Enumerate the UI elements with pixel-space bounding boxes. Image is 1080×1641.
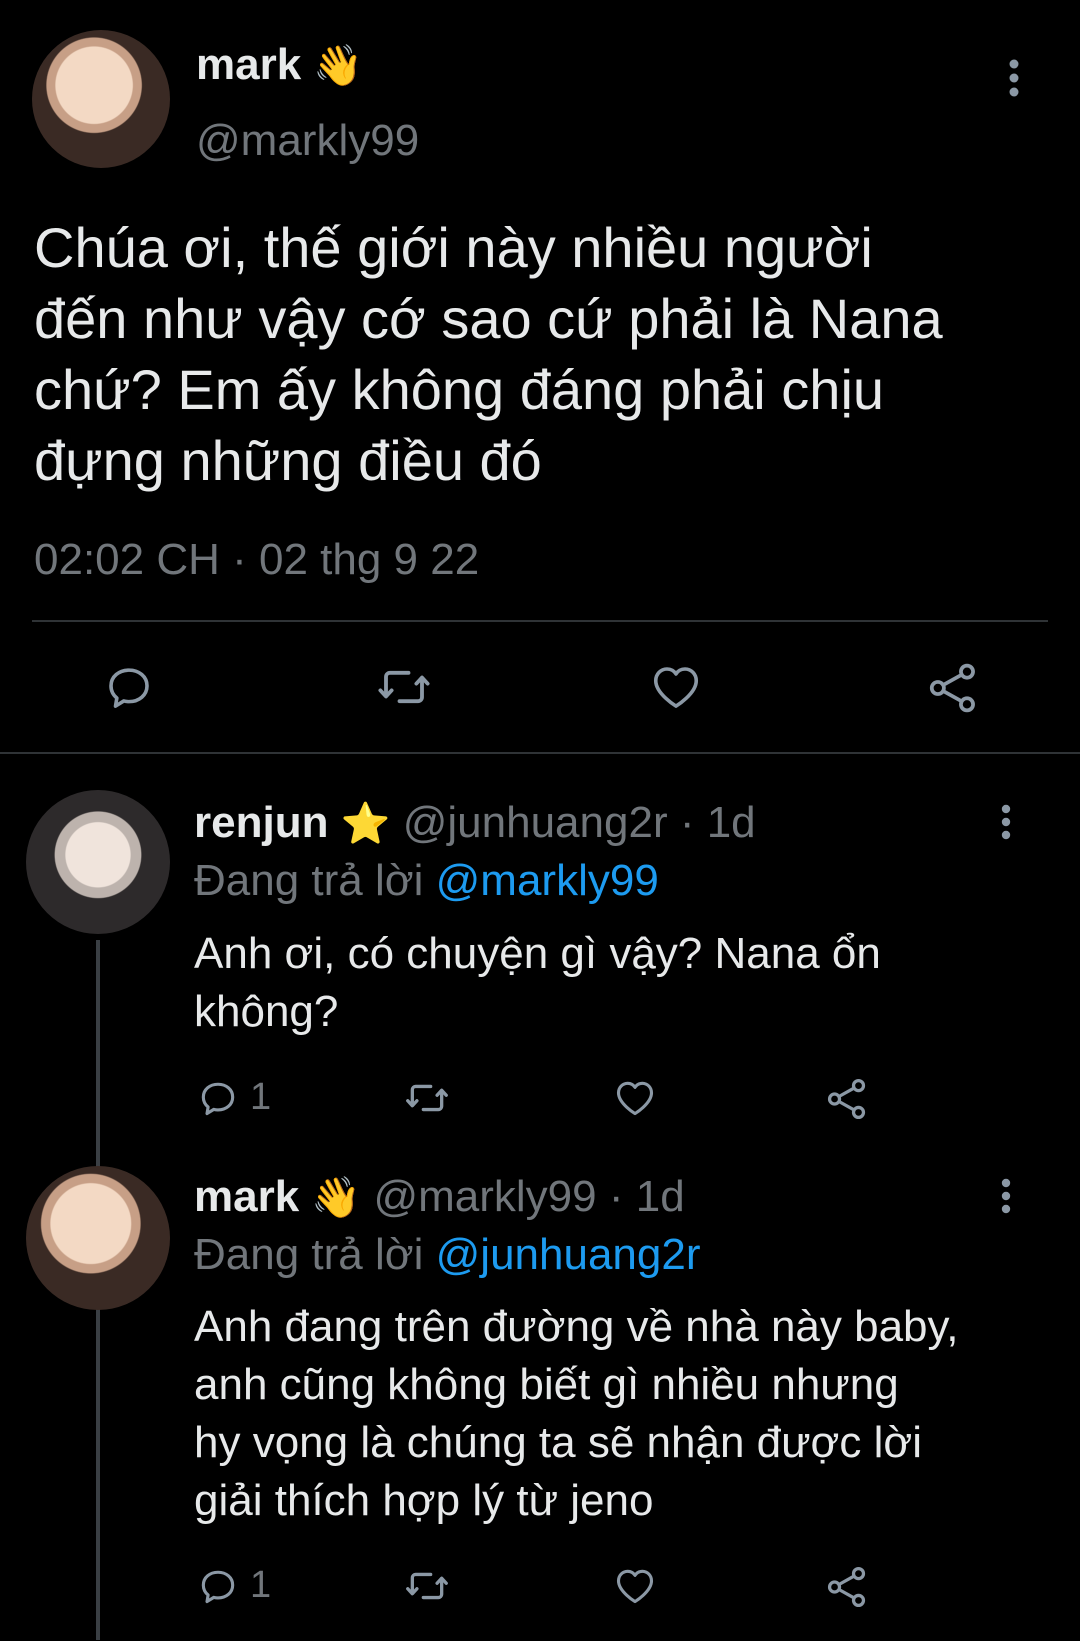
tweet-text-line: đến như vậy cớ sao cứ phải là Nana <box>34 287 943 350</box>
reply-header: mark 👋 @markly99 · 1d <box>194 1172 685 1222</box>
share-icon[interactable] <box>824 1564 870 1610</box>
reply-icon[interactable] <box>196 1564 240 1608</box>
avatar[interactable] <box>26 790 170 934</box>
reply-handle-time[interactable]: @junhuang2r · 1d <box>403 798 756 847</box>
reply-text: Anh đang trên đường về nhà này baby, anh… <box>194 1298 958 1530</box>
avatar[interactable] <box>32 30 170 168</box>
star-emoji: ⭐ <box>340 801 391 847</box>
more-options-icon[interactable] <box>1008 58 1020 98</box>
reply-count: 1 <box>250 1076 272 1118</box>
reply-text: Anh ơi, có chuyện gì vậy? Nana ổn không? <box>194 925 881 1041</box>
replying-to: Đang trả lời @markly99 <box>194 856 659 906</box>
tweet-text-line: Chúa ơi, thế giới này nhiều người <box>34 216 873 279</box>
like-icon[interactable] <box>612 1076 658 1120</box>
reply-text-line: không? <box>194 987 339 1036</box>
more-options-icon[interactable] <box>1000 804 1012 840</box>
tweet-text-line: chứ? Em ấy không đáng phải chịu <box>34 358 885 421</box>
author-display-name: mark <box>196 40 302 89</box>
share-icon[interactable] <box>925 660 981 716</box>
replying-to-prefix: Đang trả lời <box>194 856 424 905</box>
replying-to: Đang trả lời @junhuang2r <box>194 1230 700 1280</box>
tweet-text-line: đựng những điều đó <box>34 429 542 492</box>
divider <box>0 752 1080 754</box>
waving-hand-emoji: 👋 <box>311 1175 362 1221</box>
retweet-icon[interactable] <box>374 660 434 714</box>
reply-author-name[interactable]: renjun <box>194 798 328 847</box>
author-handle[interactable]: @markly99 <box>196 116 419 166</box>
retweet-icon[interactable] <box>402 1076 452 1120</box>
reply-text-line: Anh đang trên đường về nhà này baby, <box>194 1302 959 1351</box>
reply-header: renjun ⭐ @junhuang2r · 1d <box>194 798 756 848</box>
tweet-text: Chúa ơi, thế giới này nhiều người đến nh… <box>34 212 943 496</box>
waving-hand-emoji: 👋 <box>313 43 364 89</box>
share-icon[interactable] <box>824 1076 870 1122</box>
author-name[interactable]: mark 👋 <box>196 40 363 90</box>
tweet-timestamp[interactable]: 02:02 CH · 02 thg 9 22 <box>34 535 479 585</box>
reply-text-line: anh cũng không biết gì nhiều nhưng <box>194 1360 899 1409</box>
reply-icon[interactable] <box>102 660 156 714</box>
reply-text-line: Anh ơi, có chuyện gì vậy? Nana ổn <box>194 929 881 978</box>
reply-text-line: giải thích hợp lý từ jeno <box>194 1476 654 1525</box>
reply-author-name[interactable]: mark <box>194 1172 299 1221</box>
reply-count: 1 <box>250 1564 272 1606</box>
avatar[interactable] <box>26 1166 170 1310</box>
retweet-icon[interactable] <box>402 1564 452 1608</box>
reply-icon[interactable] <box>196 1076 240 1120</box>
like-icon[interactable] <box>612 1564 658 1608</box>
divider <box>32 620 1048 622</box>
like-icon[interactable] <box>648 660 704 714</box>
replying-to-handle[interactable]: @markly99 <box>436 856 659 905</box>
reply-text-line: hy vọng là chúng ta sẽ nhận được lời <box>194 1418 923 1467</box>
replying-to-prefix: Đang trả lời <box>194 1230 424 1279</box>
more-options-icon[interactable] <box>1000 1178 1012 1214</box>
replying-to-handle[interactable]: @junhuang2r <box>436 1230 701 1279</box>
reply-handle-time[interactable]: @markly99 · 1d <box>373 1172 684 1221</box>
